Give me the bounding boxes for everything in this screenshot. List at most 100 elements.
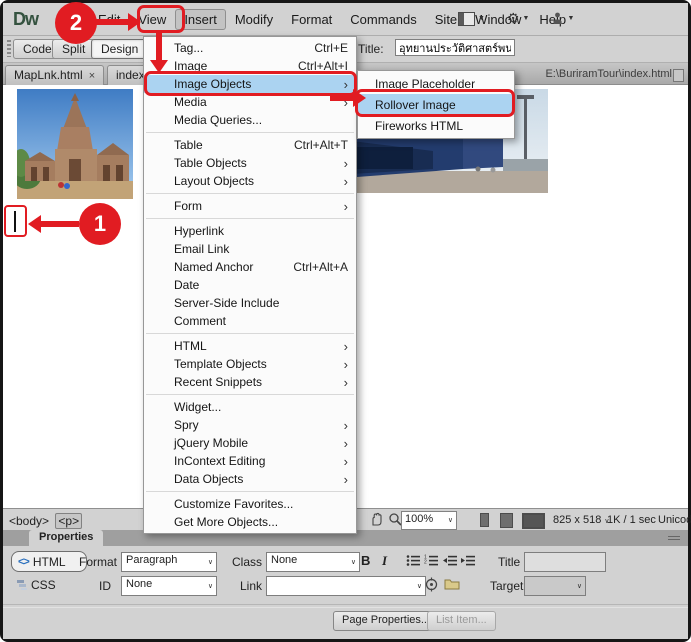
hand-tool-icon[interactable] bbox=[369, 512, 384, 527]
panel-divider bbox=[3, 604, 688, 608]
format-select[interactable]: Paragraph ∨ bbox=[121, 552, 217, 572]
id-select[interactable]: None ∨ bbox=[121, 576, 217, 596]
svg-text:2: 2 bbox=[424, 560, 427, 566]
encoding-indicator: Unicode (UTF-8 bbox=[658, 514, 691, 526]
tab-properties[interactable]: Properties bbox=[29, 530, 103, 547]
class-select[interactable]: None ∨ bbox=[266, 552, 360, 572]
extensions-button[interactable]: ⚙ ▼ bbox=[507, 10, 530, 27]
zoom-tool-icon[interactable] bbox=[388, 512, 402, 527]
phanom-rung-temple-image[interactable] bbox=[17, 89, 133, 199]
link-combo[interactable]: ∨ bbox=[266, 576, 426, 596]
bold-button[interactable]: B bbox=[361, 553, 370, 568]
submenu-arrow-icon: › bbox=[344, 156, 348, 171]
window-size-indicator[interactable]: 825 x 518 ∨ bbox=[553, 514, 610, 526]
toolbar-grip[interactable] bbox=[7, 40, 11, 57]
menu-item-incontext-editing[interactable]: InContext Editing› bbox=[144, 452, 356, 470]
submenu-arrow-icon: › bbox=[344, 375, 348, 390]
link-label: Link bbox=[240, 579, 262, 593]
menu-item-fireworks-html[interactable]: Fireworks HTML bbox=[358, 115, 514, 136]
unordered-list-icon[interactable] bbox=[406, 554, 420, 567]
menu-item-server-side-include[interactable]: Server-Side Include bbox=[144, 294, 356, 312]
tablet-size-icon[interactable] bbox=[500, 513, 513, 528]
chevron-down-icon: ∨ bbox=[577, 582, 582, 590]
step-2-badge: 2 bbox=[55, 2, 97, 44]
chevron-down-icon: ∨ bbox=[417, 582, 422, 590]
menu-item-customize-favorites[interactable]: Customize Favorites... bbox=[144, 495, 356, 513]
document-title-input[interactable] bbox=[395, 39, 515, 56]
ordered-list-icon[interactable]: 12 bbox=[424, 554, 438, 567]
title-field-label: Title bbox=[498, 555, 520, 569]
menu-item-table-objects[interactable]: Table Objects› bbox=[144, 154, 356, 172]
tag-body[interactable]: <body> bbox=[9, 514, 49, 528]
chevron-down-icon: ∨ bbox=[448, 516, 453, 524]
chevron-down-icon: ▼ bbox=[567, 15, 574, 22]
to-rollover-arrow-shaft bbox=[330, 95, 354, 101]
outdent-icon[interactable] bbox=[443, 554, 457, 567]
insert-menu-popup: Tag...Ctrl+E ImageCtrl+Alt+I Image Objec… bbox=[143, 36, 357, 534]
menu-item-widget[interactable]: Widget... bbox=[144, 398, 356, 416]
desktop-size-icon[interactable] bbox=[522, 513, 545, 529]
point-to-file-icon[interactable] bbox=[424, 577, 439, 592]
class-label: Class bbox=[232, 555, 262, 569]
submenu-arrow-icon: › bbox=[344, 199, 348, 214]
menu-separator bbox=[146, 218, 354, 219]
menu-item-data-objects[interactable]: Data Objects› bbox=[144, 470, 356, 488]
chevron-down-icon: ▼ bbox=[478, 15, 485, 22]
tag-p-selected[interactable]: <p> bbox=[55, 513, 82, 529]
submenu-arrow-icon: › bbox=[344, 357, 348, 372]
menu-item-email-link[interactable]: Email Link bbox=[144, 240, 356, 258]
menu-item-form[interactable]: Form› bbox=[144, 197, 356, 215]
panel-menu-icon[interactable] bbox=[668, 536, 680, 540]
menu-item-get-more-objects[interactable]: Get More Objects... bbox=[144, 513, 356, 531]
menu-separator bbox=[146, 394, 354, 395]
phone-size-icon[interactable] bbox=[480, 513, 489, 527]
indent-icon[interactable] bbox=[461, 554, 475, 567]
menu-item-layout-objects[interactable]: Layout Objects› bbox=[144, 172, 356, 190]
submenu-arrow-icon: › bbox=[344, 454, 348, 469]
title-field-input[interactable] bbox=[524, 552, 606, 572]
browse-folder-icon[interactable] bbox=[444, 577, 460, 591]
menu-item-jquery-mobile[interactable]: jQuery Mobile› bbox=[144, 434, 356, 452]
css-properties-button[interactable]: CSS bbox=[11, 575, 85, 594]
html-properties-button[interactable]: <> HTML bbox=[11, 551, 87, 572]
cursor-highlight-box bbox=[4, 205, 27, 237]
menu-item-named-anchor[interactable]: Named AnchorCtrl+Alt+A bbox=[144, 258, 356, 276]
file-status-icon bbox=[673, 69, 684, 82]
chevron-down-icon: ∨ bbox=[208, 558, 213, 566]
menu-format[interactable]: Format bbox=[282, 9, 341, 30]
menu-item-html[interactable]: HTML› bbox=[144, 337, 356, 355]
gear-icon: ⚙ bbox=[507, 10, 520, 27]
workspace-layout-button[interactable]: ▼ bbox=[458, 12, 485, 26]
menu-separator bbox=[146, 491, 354, 492]
file-path: E:\BuriramTour\index.html bbox=[545, 68, 672, 80]
menu-item-table[interactable]: TableCtrl+Alt+T bbox=[144, 136, 356, 154]
chevron-down-icon: ▼ bbox=[523, 15, 530, 22]
menu-item-spry[interactable]: Spry› bbox=[144, 416, 356, 434]
tab-maplnk[interactable]: MapLnk.html× bbox=[5, 65, 104, 87]
step-1-badge: 1 bbox=[79, 203, 121, 245]
step-1-arrow-shaft bbox=[41, 221, 79, 227]
workspace-layout-icon bbox=[458, 12, 475, 26]
menu-item-comment[interactable]: Comment bbox=[144, 312, 356, 330]
step-2-arrow-shaft bbox=[96, 19, 128, 25]
list-item-button: List Item... bbox=[427, 611, 496, 631]
italic-button[interactable]: I bbox=[382, 553, 387, 569]
menu-item-media-queries[interactable]: Media Queries... bbox=[144, 111, 356, 129]
menu-item-tag[interactable]: Tag...Ctrl+E bbox=[144, 39, 356, 57]
page-properties-button[interactable]: Page Properties... bbox=[333, 611, 439, 631]
tag-selector: <body> <p> bbox=[9, 513, 82, 529]
menu-item-template-objects[interactable]: Template Objects› bbox=[144, 355, 356, 373]
menu-item-hyperlink[interactable]: Hyperlink bbox=[144, 222, 356, 240]
menu-commands[interactable]: Commands bbox=[341, 9, 425, 30]
properties-panel: <> HTML CSS Format Paragraph ∨ Class Non… bbox=[3, 546, 688, 639]
css-cascade-icon bbox=[17, 580, 27, 590]
target-select: ∨ bbox=[524, 576, 586, 596]
site-management-button[interactable]: ▼ bbox=[551, 12, 574, 25]
close-tab-icon[interactable]: × bbox=[89, 70, 95, 82]
submenu-arrow-icon: › bbox=[344, 174, 348, 189]
menu-item-recent-snippets[interactable]: Recent Snippets› bbox=[144, 373, 356, 391]
design-view-button[interactable]: Design bbox=[91, 39, 148, 59]
menu-item-date[interactable]: Date bbox=[144, 276, 356, 294]
menu-modify[interactable]: Modify bbox=[226, 9, 282, 30]
magnification-select[interactable]: 100% ∨ bbox=[401, 511, 457, 530]
